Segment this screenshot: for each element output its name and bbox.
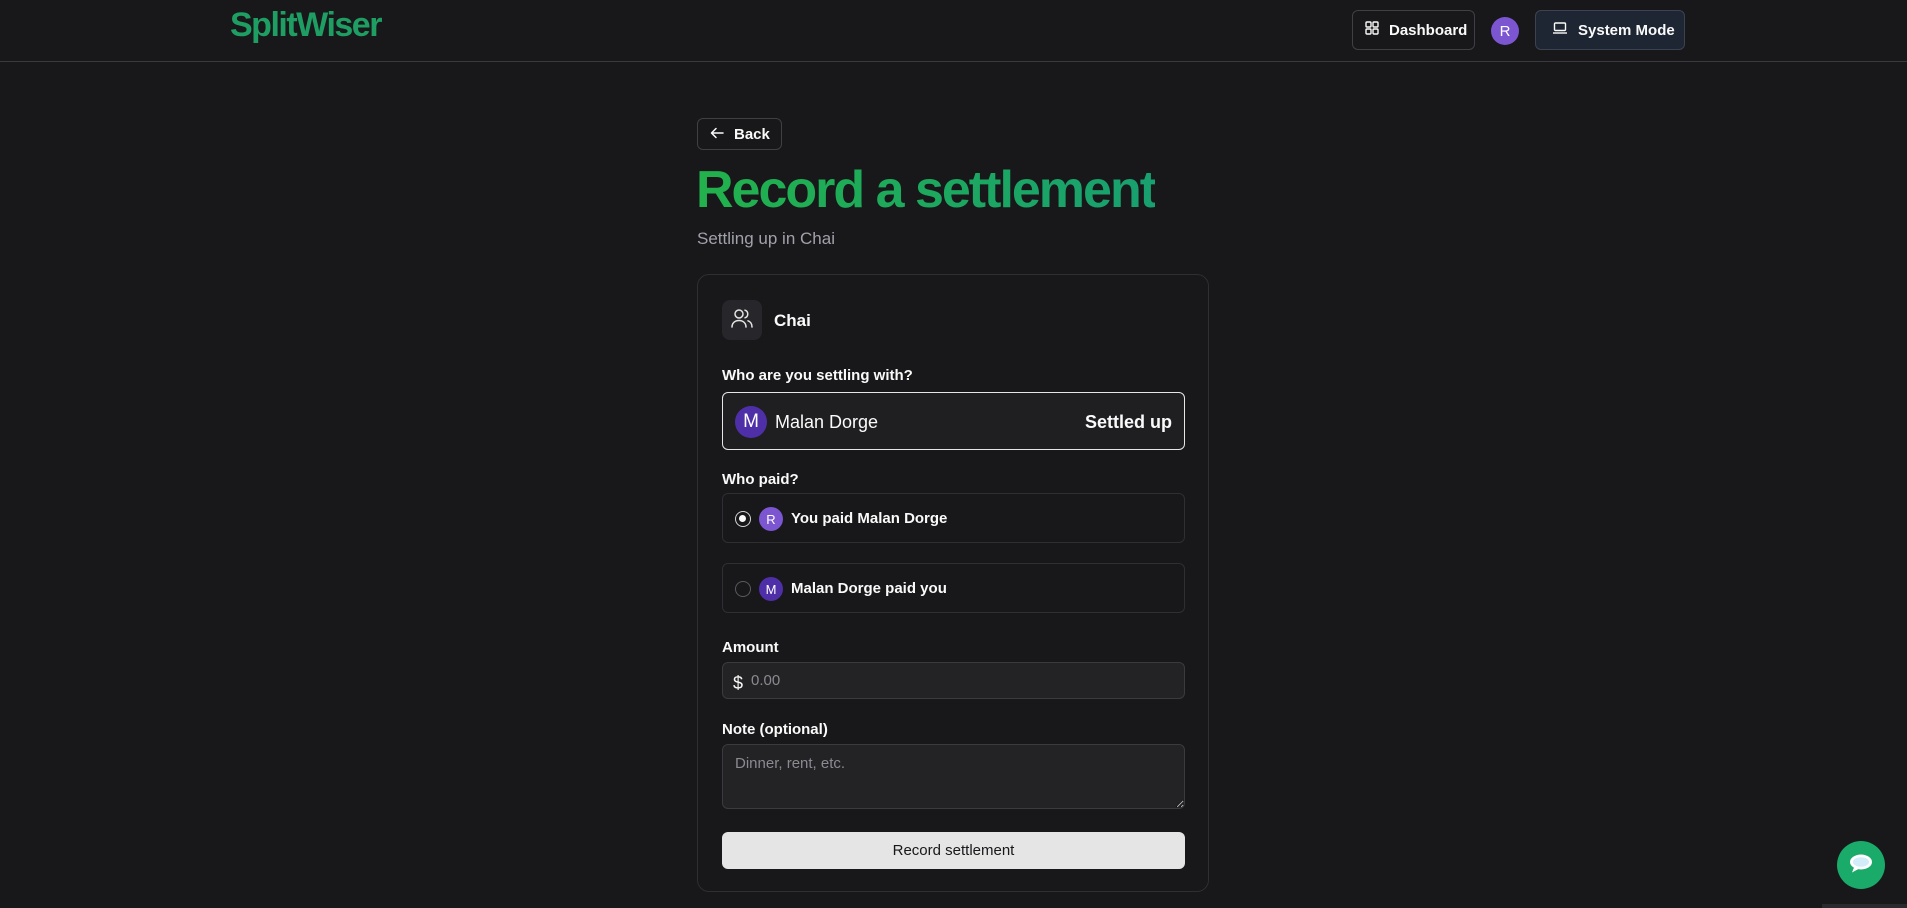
- page-subtitle: Settling up in Chai: [697, 229, 835, 248]
- page-title: Record a settlement: [696, 161, 1157, 219]
- selected-person-name: Malan Dorge: [775, 412, 879, 432]
- currency-symbol: $: [733, 673, 744, 693]
- scrollbar-handle[interactable]: [1822, 904, 1907, 908]
- amount-field: $: [722, 662, 1185, 699]
- user-avatar[interactable]: R: [1491, 17, 1519, 45]
- record-settlement-button[interactable]: Record settlement: [722, 832, 1185, 869]
- dashboard-button[interactable]: Dashboard: [1352, 10, 1475, 50]
- radio-button[interactable]: [735, 581, 751, 597]
- radio-button-selected[interactable]: [735, 511, 751, 527]
- avatar: M: [735, 406, 767, 438]
- balance-status: Settled up: [1084, 412, 1172, 432]
- grid-icon: [1365, 21, 1379, 39]
- who-paid-label: Who paid?: [722, 471, 799, 488]
- note-label: Note (optional): [722, 721, 828, 738]
- settle-with-label: Who are you settling with?: [722, 367, 913, 384]
- theme-label: System Mode: [1578, 21, 1675, 39]
- theme-toggle-button[interactable]: System Mode: [1535, 10, 1685, 50]
- laptop-icon: [1552, 21, 1568, 39]
- payer-option-you[interactable]: R You paid Malan Dorge: [722, 493, 1185, 543]
- app-logo[interactable]: SplitWiser: [230, 6, 382, 45]
- note-textarea[interactable]: [722, 744, 1185, 809]
- group-name: Chai: [774, 311, 811, 330]
- group-icon-box: [722, 300, 762, 340]
- users-icon: [731, 308, 753, 333]
- chat-bubble-icon: [1848, 852, 1874, 879]
- payer-option-label: Malan Dorge paid you: [791, 580, 947, 597]
- settlement-form-card: Chai Who are you settling with? M Malan …: [697, 274, 1209, 892]
- back-label: Back: [734, 125, 770, 143]
- arrow-left-icon: [710, 126, 724, 143]
- payer-option-label: You paid Malan Dorge: [791, 510, 948, 527]
- amount-label: Amount: [722, 639, 779, 656]
- dashboard-label: Dashboard: [1389, 21, 1468, 39]
- avatar: R: [759, 507, 783, 531]
- amount-input[interactable]: [751, 663, 1181, 698]
- back-button[interactable]: Back: [697, 118, 782, 150]
- payer-option-other[interactable]: M Malan Dorge paid you: [722, 563, 1185, 613]
- chat-button[interactable]: [1837, 841, 1885, 889]
- avatar: M: [759, 577, 783, 601]
- settle-with-select[interactable]: M Malan Dorge Settled up: [722, 392, 1185, 450]
- top-navbar: SplitWiser Dashboard R System Mode: [0, 0, 1907, 62]
